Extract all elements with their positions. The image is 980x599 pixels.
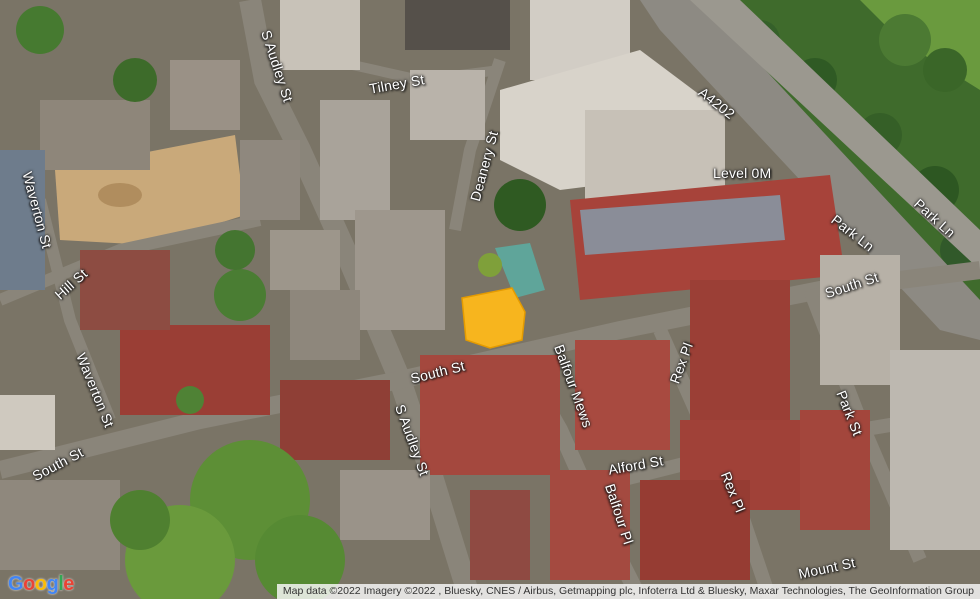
logo-letter: o bbox=[23, 573, 35, 595]
map-attribution[interactable]: Map data ©2022 Imagery ©2022 , Bluesky, … bbox=[276, 584, 980, 599]
map-canvas[interactable]: S Audley St Tilney St Deanery St A4202 L… bbox=[0, 0, 980, 599]
satellite-imagery bbox=[0, 0, 980, 599]
logo-letter: G bbox=[8, 573, 24, 595]
google-logo[interactable]: Google bbox=[8, 573, 74, 596]
street-label-level-0m: Level 0M bbox=[713, 165, 772, 181]
logo-letter: e bbox=[63, 573, 74, 595]
logo-letter: o bbox=[34, 573, 47, 595]
highlighted-building[interactable] bbox=[461, 287, 526, 349]
logo-letter: g bbox=[46, 573, 59, 595]
